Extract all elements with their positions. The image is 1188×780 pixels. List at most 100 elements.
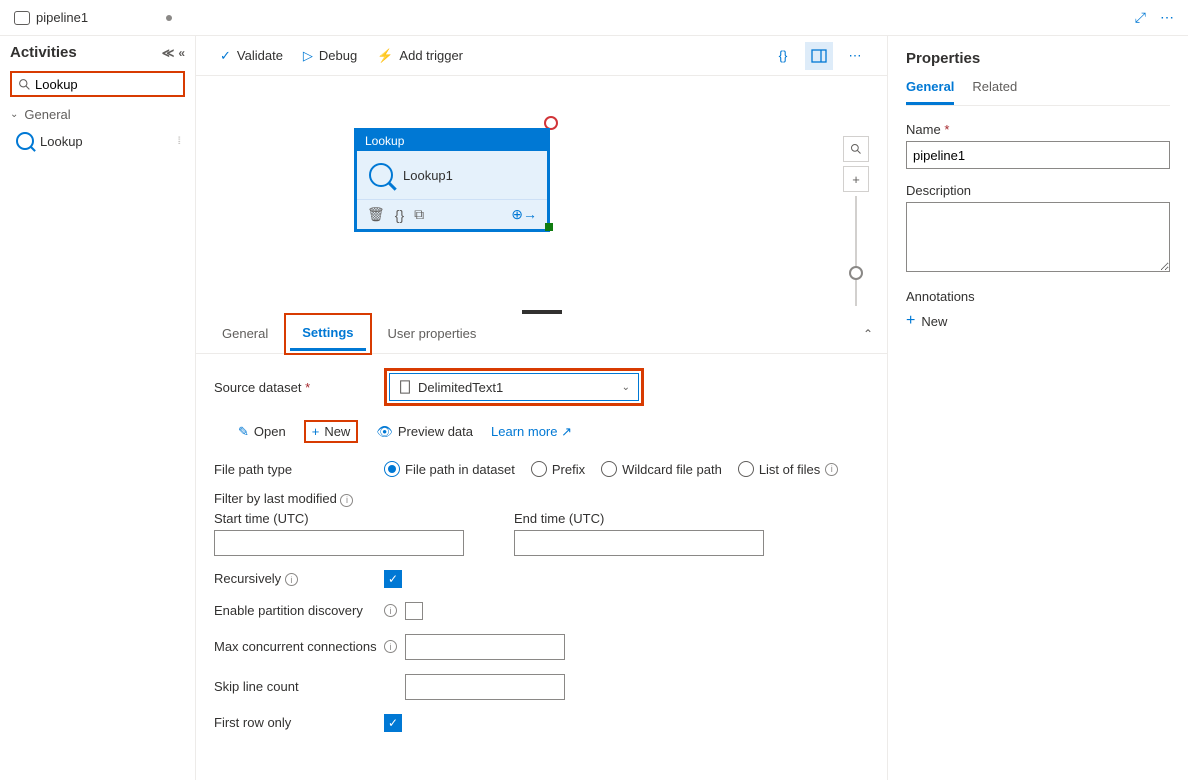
first-row-checkbox[interactable]: ✓ [384, 714, 402, 732]
expand-icon[interactable]: ⤢ [1135, 9, 1146, 26]
pipeline-tab[interactable]: pipeline1 [0, 0, 196, 35]
activities-panel: Activities ≪ « ⌄ General Lookup ⁞⁞ [0, 36, 196, 780]
properties-toggle-button[interactable] [805, 42, 833, 70]
max-concurrent-input[interactable] [405, 634, 565, 660]
output-port[interactable] [545, 223, 553, 231]
collapse-all-icon[interactable]: ≪ [162, 46, 175, 60]
more-icon[interactable]: ⋯ [1160, 9, 1174, 26]
properties-panel: Properties General Related Name * Descri… [888, 36, 1188, 780]
zoom-thumb[interactable] [849, 266, 863, 280]
radio-list-of-files[interactable]: List of files i [738, 461, 838, 477]
plus-icon: + [312, 424, 320, 439]
annotation-circle [544, 116, 558, 130]
pipeline-name-input[interactable] [906, 141, 1170, 169]
search-icon [18, 78, 31, 91]
chevron-down-icon: ⌄ [10, 109, 18, 120]
props-tab-general[interactable]: General [906, 79, 954, 105]
tab-user-properties[interactable]: User properties [376, 318, 489, 349]
description-textarea[interactable] [906, 202, 1170, 272]
category-label: General [24, 107, 70, 122]
external-link-icon: ↗ [561, 424, 572, 439]
skip-line-label: Skip line count [214, 679, 384, 694]
dataset-icon [398, 380, 412, 394]
zoom-search-button[interactable] [843, 136, 869, 162]
lookup-icon [369, 163, 393, 187]
unsaved-indicator [166, 15, 172, 21]
open-dataset-button[interactable]: ✎Open [238, 424, 286, 440]
node-type-label: Lookup [357, 131, 547, 151]
activity-item-lookup[interactable]: Lookup ⁞⁞ [10, 128, 185, 154]
start-time-label: Start time (UTC) [214, 511, 464, 526]
enable-partition-checkbox[interactable] [405, 602, 423, 620]
source-dataset-label: Source dataset [214, 380, 301, 395]
drag-handle-icon[interactable]: ⁞⁞ [177, 136, 179, 147]
pipeline-icon [14, 11, 30, 25]
recursively-label: Recursively [214, 571, 281, 586]
toolbar-more-button[interactable]: ⋯ [841, 42, 869, 70]
activities-search-input[interactable] [35, 77, 177, 92]
learn-more-link[interactable]: Learn more ↗ [491, 424, 572, 440]
trigger-icon: ⚡ [377, 48, 393, 64]
preview-data-button[interactable]: 👁Preview data [376, 424, 473, 440]
copy-node-icon[interactable]: ⧉ [414, 206, 424, 223]
annotations-label: Annotations [906, 289, 1170, 304]
max-concurrent-label: Max concurrent connections [214, 639, 384, 654]
chevron-down-icon: ⌄ [622, 382, 630, 393]
info-icon[interactable]: i [825, 463, 838, 476]
source-dataset-value: DelimitedText1 [418, 380, 503, 395]
source-dataset-dropdown[interactable]: DelimitedText1 ⌄ [389, 373, 639, 401]
preview-icon: 👁 [376, 424, 393, 440]
zoom-control: + [843, 136, 869, 306]
lookup-icon [16, 132, 34, 150]
node-code-icon[interactable]: {} [395, 207, 404, 223]
add-trigger-button[interactable]: ⚡Add trigger [377, 48, 463, 64]
end-time-label: End time (UTC) [514, 511, 764, 526]
info-icon[interactable]: i [384, 604, 397, 617]
node-name: Lookup1 [403, 168, 453, 183]
canvas-toolbar: ✓Validate ▷Debug ⚡Add trigger {} ⋯ [196, 36, 887, 76]
validate-button[interactable]: ✓Validate [220, 48, 283, 64]
debug-button[interactable]: ▷Debug [303, 48, 357, 64]
properties-title: Properties [906, 50, 1170, 67]
pencil-icon: ✎ [238, 424, 249, 440]
tab-general[interactable]: General [210, 318, 280, 349]
new-dataset-button[interactable]: +New [312, 424, 351, 439]
zoom-in-button[interactable]: + [843, 166, 869, 192]
pipeline-tab-title: pipeline1 [36, 10, 88, 25]
plus-icon: + [906, 312, 915, 330]
code-view-button[interactable]: {} [769, 42, 797, 70]
name-label: Name [906, 122, 941, 137]
skip-line-input[interactable] [405, 674, 565, 700]
activity-item-label: Lookup [40, 134, 83, 149]
category-general[interactable]: ⌄ General [10, 107, 185, 122]
settings-body: Source dataset * DelimitedText1 ⌄ ✎Open … [196, 354, 887, 760]
check-icon: ✓ [220, 48, 231, 64]
play-icon: ▷ [303, 48, 313, 64]
activities-title: Activities [10, 44, 77, 61]
radio-prefix[interactable]: Prefix [531, 461, 585, 477]
file-path-type-label: File path type [214, 462, 384, 477]
zoom-slider[interactable] [855, 196, 857, 306]
new-annotation-button[interactable]: + New [906, 312, 1170, 330]
collapse-panel-icon[interactable]: ⌃ [863, 327, 873, 341]
filter-label: Filter by last modified [214, 491, 337, 506]
collapse-panel-icon[interactable]: « [178, 46, 185, 60]
end-time-input[interactable] [514, 530, 764, 556]
recursively-checkbox[interactable]: ✓ [384, 570, 402, 588]
lookup-activity-node[interactable]: Lookup Lookup1 🗑 {} ⧉ ⊕→ [356, 130, 548, 230]
description-label: Description [906, 183, 1170, 198]
radio-wildcard[interactable]: Wildcard file path [601, 461, 722, 477]
first-row-label: First row only [214, 715, 384, 730]
tab-settings[interactable]: Settings [290, 317, 365, 351]
delete-node-icon[interactable]: 🗑 [367, 206, 385, 223]
node-output-icon[interactable]: ⊕→ [511, 206, 537, 223]
info-icon[interactable]: i [384, 640, 397, 653]
info-icon[interactable]: i [285, 573, 298, 586]
pipeline-canvas[interactable]: Lookup Lookup1 🗑 {} ⧉ ⊕→ + [196, 76, 887, 310]
activity-settings-tabs: General Settings User properties ⌃ [196, 314, 887, 354]
info-icon[interactable]: i [340, 494, 353, 507]
start-time-input[interactable] [214, 530, 464, 556]
props-tab-related[interactable]: Related [972, 79, 1017, 105]
radio-file-path-dataset[interactable]: File path in dataset [384, 461, 515, 477]
activities-search[interactable] [10, 71, 185, 97]
